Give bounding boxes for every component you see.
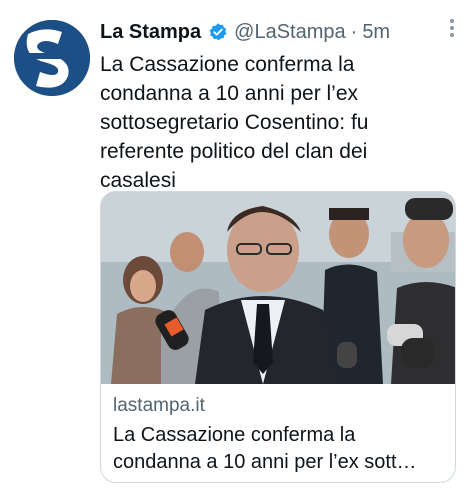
card-title: La Cassazione conferma la condanna a 10 …	[113, 424, 417, 473]
card-image	[101, 192, 455, 384]
more-options-icon[interactable]	[450, 16, 454, 40]
link-preview-card[interactable]: lastampa.it La Cassazione conferma la co…	[100, 191, 456, 483]
author-avatar[interactable]	[14, 20, 90, 96]
author-name[interactable]: La Stampa	[100, 21, 201, 44]
author-handle[interactable]: @LaStampa	[234, 21, 345, 44]
timestamp[interactable]: 5m	[362, 21, 390, 44]
verified-badge-icon	[209, 23, 227, 41]
tweet-text: La Cassazione conferma la condanna a 10 …	[100, 53, 369, 192]
card-domain: lastampa.it	[113, 395, 205, 416]
tweet-header: La Stampa @LaStampa · 5m	[100, 18, 454, 46]
la-stampa-logo	[14, 20, 90, 96]
separator: ·	[350, 20, 358, 43]
